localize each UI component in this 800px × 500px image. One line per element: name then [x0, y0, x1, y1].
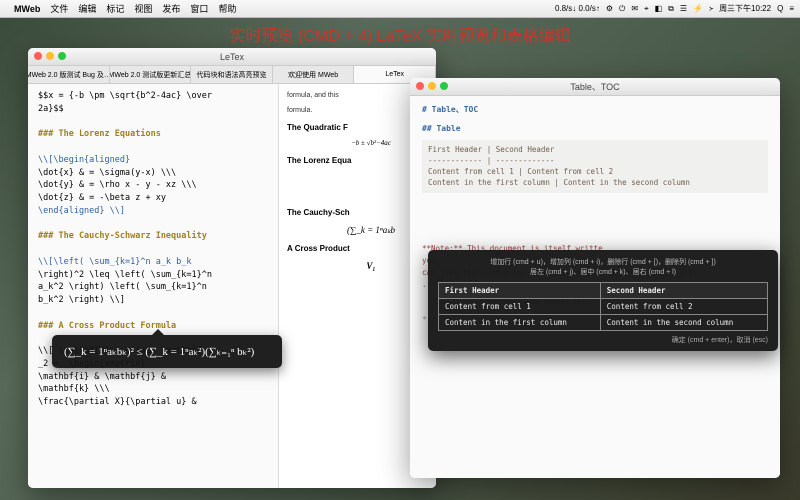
- status-icon[interactable]: ⏻: [619, 4, 625, 14]
- table-cell[interactable]: First Header: [439, 282, 601, 298]
- table-titlebar[interactable]: Table、TOC: [410, 78, 780, 96]
- table-cell[interactable]: Second Header: [600, 282, 767, 298]
- md-h1: # Table、TOC: [422, 104, 768, 117]
- table-row[interactable]: Content in the first column Content in t…: [439, 314, 768, 330]
- tab[interactable]: 代码块和语法高亮预览: [191, 66, 273, 83]
- editor-window: LeTex MWeb 2.0 版测试 Bug 及… MWeb 2.0 测试版更新…: [28, 48, 436, 488]
- traffic-lights: [34, 52, 66, 60]
- tab[interactable]: 欢迎使用 MWeb: [273, 66, 355, 83]
- status-icon[interactable]: ◧: [655, 4, 663, 13]
- menu-file[interactable]: 文件: [50, 2, 68, 15]
- table-editor-overlay: 增加行 (cmd + u)，增加列 (cmd + i)，删除行 (cmd + […: [428, 250, 778, 351]
- status-icon[interactable]: ⧉: [668, 4, 674, 14]
- status-icon[interactable]: ☰: [680, 4, 687, 13]
- tab[interactable]: MWeb 2.0 版测试 Bug 及…: [28, 66, 110, 83]
- close-button[interactable]: [34, 52, 42, 60]
- page-title: 实时预览 (CMD + 4) LaTeX 实时预览和表格编辑: [0, 22, 800, 46]
- app-name[interactable]: MWeb: [14, 4, 40, 14]
- window-title: LeTex: [220, 52, 244, 62]
- menu-view[interactable]: 视图: [134, 2, 152, 15]
- editor-titlebar[interactable]: LeTex: [28, 48, 436, 66]
- md-line: ------------ | -------------: [428, 155, 762, 166]
- minimize-button[interactable]: [428, 82, 436, 90]
- notification-icon[interactable]: ≡: [789, 4, 794, 13]
- menu-help[interactable]: 帮助: [218, 2, 236, 15]
- md-table-source[interactable]: First Header | Second Header -----------…: [422, 140, 768, 193]
- editable-table[interactable]: First Header Second Header Content from …: [438, 282, 768, 331]
- editor-tabs: MWeb 2.0 版测试 Bug 及… MWeb 2.0 测试版更新汇总 代码块…: [28, 66, 436, 84]
- table-cell[interactable]: Content in the second column: [600, 314, 767, 330]
- traffic-lights: [416, 82, 448, 90]
- tooltip-formula: (∑_k = 1ⁿaₖbₖ)² ≤ (∑_k = 1ⁿaₖ²)(∑ₖ₌₁ⁿ bₖ…: [64, 346, 254, 358]
- menubar: MWeb 文件 编辑 标记 视图 发布 窗口 帮助 0.8/s↓ 0.0/s↑ …: [0, 0, 800, 18]
- menu-publish[interactable]: 发布: [162, 2, 180, 15]
- table-header-row[interactable]: First Header Second Header: [439, 282, 768, 298]
- status-icon[interactable]: ⚙: [606, 4, 613, 13]
- shortcuts-hint: 增加行 (cmd + u)，增加列 (cmd + i)，删除行 (cmd + […: [438, 258, 768, 278]
- wifi-icon[interactable]: ᚛: [709, 4, 713, 13]
- md-link-ref: .: [422, 280, 427, 289]
- tab[interactable]: MWeb 2.0 测试版更新汇总: [110, 66, 192, 83]
- table-cell[interactable]: Content from cell 1: [439, 298, 601, 314]
- minimize-button[interactable]: [46, 52, 54, 60]
- zoom-button[interactable]: [440, 82, 448, 90]
- window-title: Table、TOC: [570, 80, 619, 93]
- menu-edit[interactable]: 编辑: [78, 2, 96, 15]
- table-row[interactable]: Content from cell 1 Content from cell 2: [439, 298, 768, 314]
- status-icon[interactable]: ⌖: [644, 4, 649, 14]
- zoom-button[interactable]: [58, 52, 66, 60]
- close-button[interactable]: [416, 82, 424, 90]
- overlay-footer: 确定 (cmd + enter)，取消 (esc): [438, 335, 768, 345]
- clock[interactable]: 周三下午10:22: [719, 3, 771, 14]
- spotlight-icon[interactable]: Q: [777, 4, 783, 13]
- latex-tooltip: (∑_k = 1ⁿaₖbₖ)² ≤ (∑_k = 1ⁿaₖ²)(∑ₖ₌₁ⁿ bₖ…: [52, 335, 282, 368]
- md-line: First Header | Second Header: [428, 144, 762, 155]
- md-line: Content from cell 1 | Content from cell …: [428, 166, 762, 177]
- md-line: Content in the first column | Content in…: [428, 177, 762, 188]
- menu-mark[interactable]: 标记: [106, 2, 124, 15]
- net-speed: 0.8/s↓ 0.0/s↑: [555, 4, 600, 13]
- table-cell[interactable]: Content from cell 2: [600, 298, 767, 314]
- table-cell[interactable]: Content in the first column: [439, 314, 601, 330]
- md-h2: ## Table: [422, 123, 768, 136]
- menu-window[interactable]: 窗口: [190, 2, 208, 15]
- status-icon[interactable]: ✉: [631, 4, 638, 13]
- battery-icon[interactable]: ⚡: [693, 4, 703, 13]
